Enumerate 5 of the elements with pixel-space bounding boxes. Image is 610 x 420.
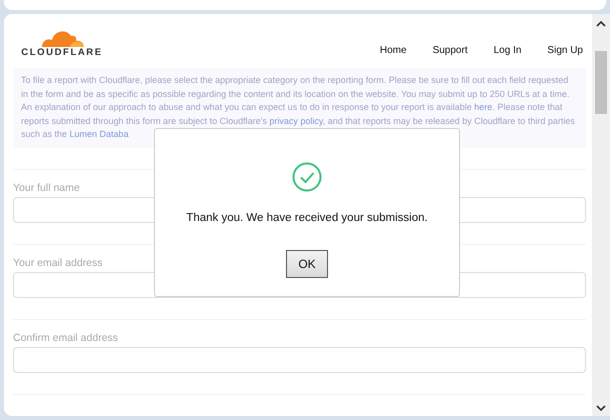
field-label: Your email address	[13, 257, 102, 269]
confirmation-message: Thank you. We have received your submission.	[186, 212, 428, 224]
field-label: Confirm email address	[13, 332, 118, 344]
field-label: Your full name	[13, 182, 80, 194]
cloudflare-logo: CLOUDFLARE	[16, 27, 108, 58]
